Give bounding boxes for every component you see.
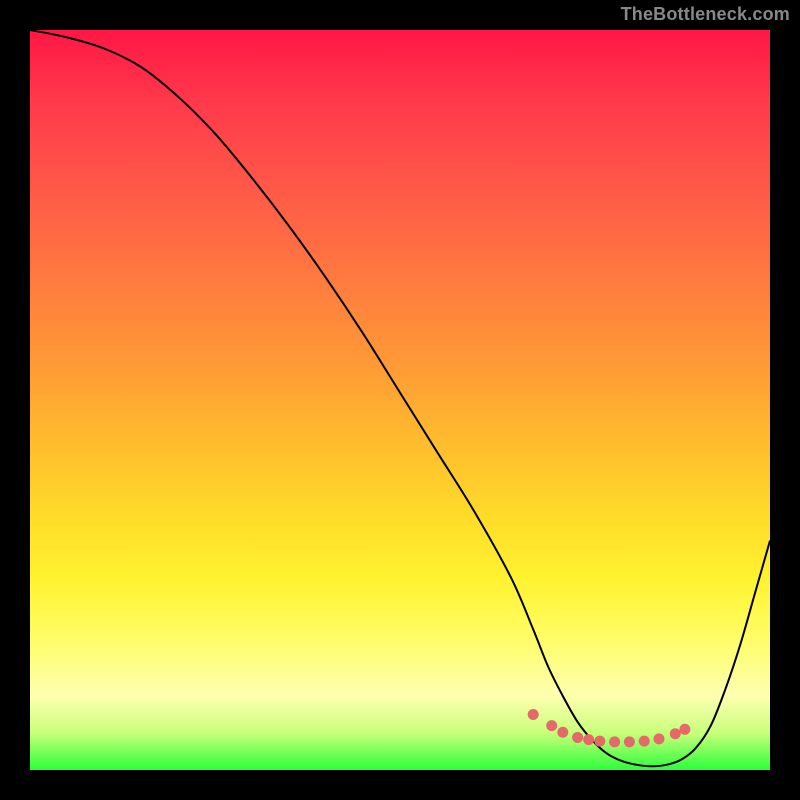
marker-dot xyxy=(639,736,650,747)
marker-dot xyxy=(679,724,690,735)
marker-dot xyxy=(528,709,539,720)
optimum-markers xyxy=(30,30,770,770)
marker-dot xyxy=(609,736,620,747)
marker-dot xyxy=(624,736,635,747)
marker-dot xyxy=(654,733,665,744)
marker-dot xyxy=(572,732,583,743)
marker-dot xyxy=(557,727,568,738)
marker-dot xyxy=(594,736,605,747)
marker-dot xyxy=(546,720,557,731)
watermark-text: TheBottleneck.com xyxy=(621,4,790,25)
marker-dot xyxy=(583,734,594,745)
chart-frame: TheBottleneck.com xyxy=(0,0,800,800)
marker-dot xyxy=(670,728,681,739)
marker-group xyxy=(528,709,691,747)
